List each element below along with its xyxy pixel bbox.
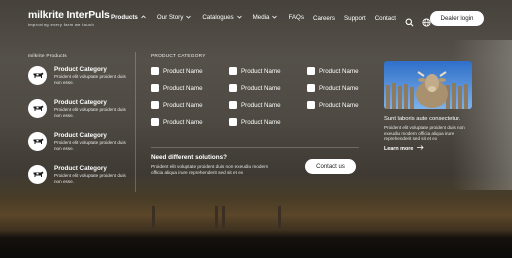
need-solutions-description: Proident elit voluptate proident duis no…	[151, 164, 269, 175]
main-nav: Products Our Story Catalogues Media FAQs	[111, 14, 315, 21]
nav-careers[interactable]: Careers	[313, 15, 335, 22]
category-title: Product Category	[54, 66, 107, 73]
category-description: Proident elit voluptate proident duis no…	[54, 74, 126, 85]
checkbox[interactable]	[307, 67, 315, 75]
product-name: Product Name	[163, 101, 203, 109]
nav-label: FAQs	[288, 14, 304, 21]
nav-support[interactable]: Support	[344, 15, 366, 22]
site-header: milkrite InterPuls improving every farm …	[0, 0, 512, 36]
nav-faqs[interactable]: FAQs	[288, 14, 303, 21]
category-heading: PRODUCT CATEGORY	[151, 54, 206, 59]
category-item[interactable]: Product Category Proident elit voluptate…	[28, 99, 138, 118]
product-name: Product Name	[241, 118, 281, 126]
product-name: Product Name	[241, 67, 281, 75]
checkbox[interactable]	[229, 67, 237, 75]
product-checkbox-item[interactable]: Product Name	[151, 118, 203, 126]
product-checkbox-item[interactable]: Product Name	[229, 84, 281, 92]
fence-post	[152, 206, 155, 228]
cow-icon	[28, 132, 47, 151]
checkbox[interactable]	[229, 118, 237, 126]
product-checkbox-item[interactable]: Product Name	[307, 101, 359, 109]
nav-products[interactable]: Products	[111, 14, 146, 21]
product-name: Product Name	[319, 67, 359, 75]
fence-post	[278, 206, 281, 228]
product-checkbox-item[interactable]: Product Name	[307, 84, 359, 92]
chevron-up-icon	[141, 14, 146, 21]
cow-photo[interactable]	[384, 61, 472, 109]
checkbox[interactable]	[151, 84, 159, 92]
cow-icon	[28, 66, 47, 85]
arrow-right-icon	[417, 145, 424, 152]
product-name: Product Name	[319, 84, 359, 92]
product-name: Product Name	[241, 84, 281, 92]
cow-icon	[28, 165, 47, 184]
nav-contact[interactable]: Contact	[375, 15, 396, 22]
product-checkbox-item[interactable]: Product Name	[229, 67, 281, 75]
nav-label: Products	[111, 14, 138, 21]
product-name: Product Name	[319, 101, 359, 109]
fence-post	[215, 206, 218, 228]
learn-more-link[interactable]: Learn more	[384, 145, 424, 152]
product-name: Product Name	[241, 101, 281, 109]
need-solutions-title: Need different solutions?	[151, 154, 227, 161]
product-checkbox-item[interactable]: Product Name	[151, 84, 203, 92]
contact-us-button[interactable]: Contact us	[305, 159, 356, 174]
product-checkbox-item[interactable]: Product Name	[151, 101, 203, 109]
category-item[interactable]: Product Category Proident elit voluptate…	[28, 132, 138, 151]
nav-label: Our Story	[156, 14, 184, 21]
product-names-column: PRODUCT CATEGORY Product Name Product Na…	[151, 54, 361, 175]
chevron-down-icon	[272, 15, 278, 21]
category-description: Proident elit voluptate proident duis no…	[54, 173, 126, 184]
nav-label: Catalogues	[202, 14, 234, 21]
category-description: Proident elit voluptate proident duis no…	[54, 140, 126, 151]
fence-post	[222, 206, 225, 228]
cow-icon	[28, 99, 47, 118]
product-checkbox-item[interactable]: Product Name	[229, 101, 281, 109]
product-checkbox-item[interactable]: Product Name	[229, 118, 281, 126]
nav-our-story[interactable]: Our Story	[156, 14, 192, 21]
category-item[interactable]: Product Category Proident elit voluptate…	[28, 66, 138, 85]
checkbox[interactable]	[151, 118, 159, 126]
product-name: Product Name	[163, 67, 203, 75]
chevron-down-icon	[186, 15, 192, 21]
utility-nav: Careers Support Contact	[313, 14, 439, 27]
checkbox[interactable]	[307, 101, 315, 109]
category-title: Product Category	[54, 165, 107, 172]
category-item[interactable]: Product Category Proident elit voluptate…	[28, 165, 138, 184]
category-title: Product Category	[54, 99, 107, 106]
product-name: Product Name	[163, 84, 203, 92]
learn-more-label: Learn more	[384, 145, 414, 152]
nav-catalogues[interactable]: Catalogues	[202, 14, 242, 21]
product-checkbox-item[interactable]: Product Name	[307, 67, 359, 75]
brand-logo[interactable]: milkrite InterPuls improving every farm …	[28, 9, 110, 28]
products-heading: milkrite Products	[28, 54, 67, 59]
column-divider	[135, 52, 136, 192]
product-checkbox-item[interactable]: Product Name	[151, 67, 203, 75]
category-title: Product Category	[54, 132, 107, 139]
section-divider	[151, 147, 359, 148]
dealer-login-button[interactable]: Dealer login	[430, 11, 484, 26]
logo-tagline: improving every farm we touch	[28, 22, 95, 27]
category-description: Proident elit voluptate proident duis no…	[54, 107, 126, 118]
product-categories-column: milkrite Products Product Category Proid…	[28, 54, 128, 184]
chevron-down-icon	[236, 15, 242, 21]
article-description: Proident elit voluptate proident duis no…	[384, 125, 465, 142]
nav-media[interactable]: Media	[253, 14, 278, 21]
checkbox[interactable]	[229, 101, 237, 109]
nav-label: Media	[252, 14, 270, 21]
search-icon[interactable]	[405, 14, 414, 27]
logo-text: milkrite InterPuls	[28, 9, 110, 21]
checkbox[interactable]	[307, 84, 315, 92]
checkbox[interactable]	[151, 67, 159, 75]
checkbox[interactable]	[229, 84, 237, 92]
checkbox[interactable]	[151, 101, 159, 109]
product-name: Product Name	[163, 118, 203, 126]
article-title: Sunt laboris aute consectetur.	[384, 116, 461, 122]
